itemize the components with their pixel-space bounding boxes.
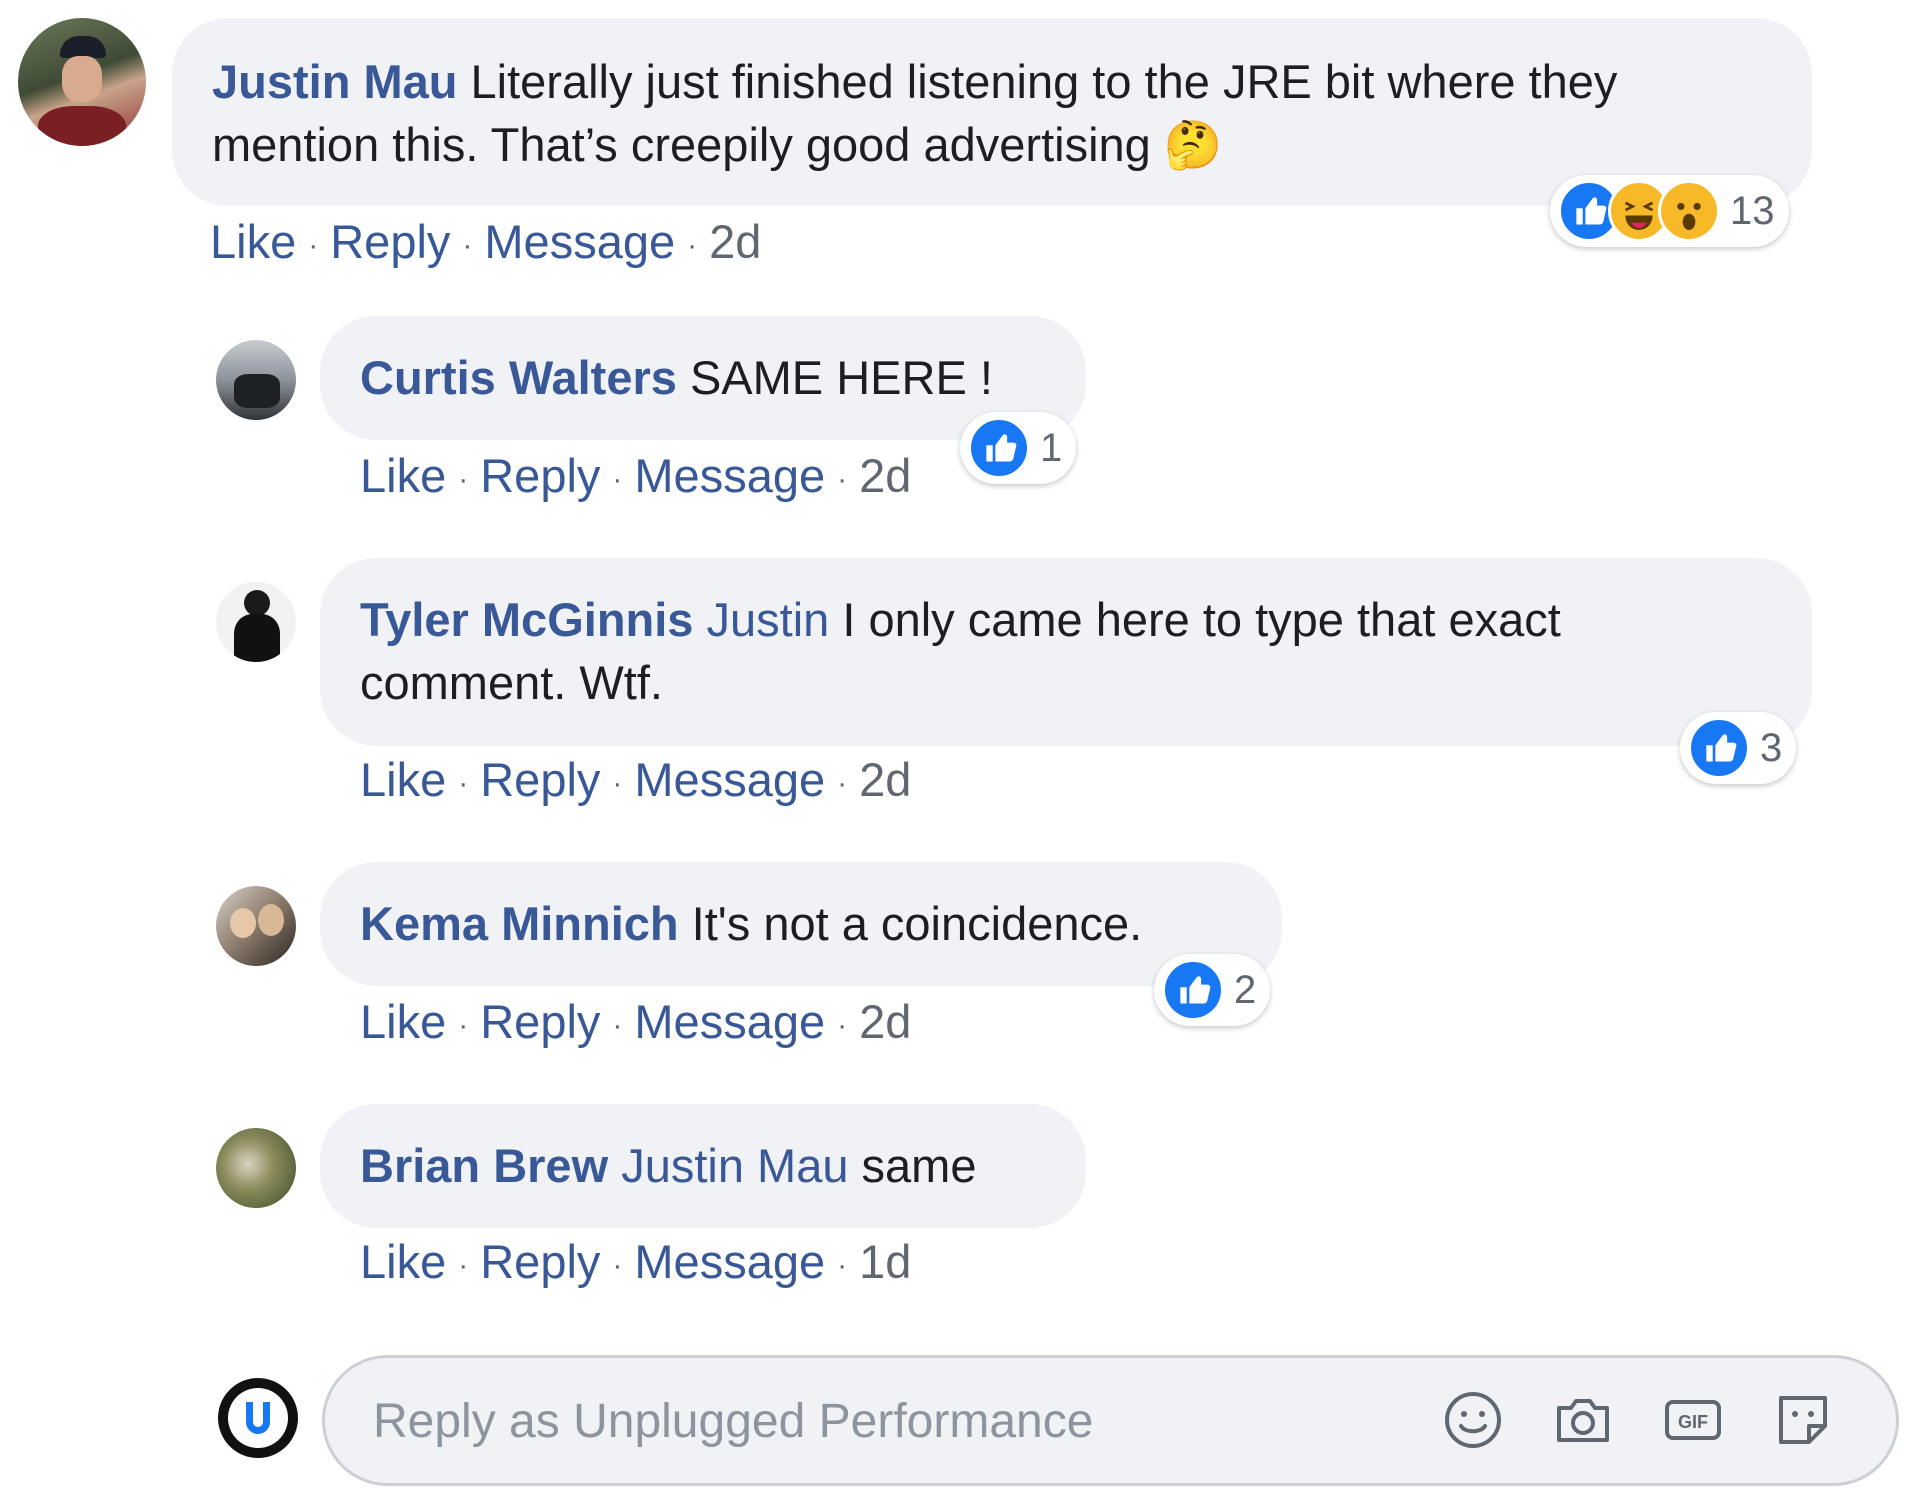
- camera-icon[interactable]: [1547, 1384, 1619, 1456]
- comment-actions: Like · Reply · Message · 2d: [360, 995, 912, 1048]
- reaction-summary[interactable]: 1: [960, 412, 1077, 484]
- reply-link[interactable]: Reply: [480, 995, 600, 1048]
- gif-icon[interactable]: GIF: [1657, 1384, 1729, 1456]
- comment-bubble: Brian Brew Justin Mau same: [320, 1104, 1086, 1228]
- comment-author[interactable]: Justin Mau: [212, 55, 457, 108]
- wow-reaction-icon: [1658, 180, 1720, 242]
- comment-bubble: Justin Mau Literally just finished liste…: [172, 18, 1812, 206]
- message-link[interactable]: Message: [634, 1235, 825, 1288]
- avatar[interactable]: [216, 1128, 296, 1208]
- message-link[interactable]: Message: [634, 753, 825, 806]
- comment-actions: Like · Reply · Message · 2d: [360, 449, 912, 502]
- message-link[interactable]: Message: [634, 995, 825, 1048]
- comment-author[interactable]: Tyler McGinnis: [360, 593, 693, 646]
- comment-author[interactable]: Brian Brew: [360, 1139, 608, 1192]
- avatar[interactable]: [216, 582, 296, 662]
- reply-composer[interactable]: GIF: [322, 1355, 1899, 1486]
- like-link[interactable]: Like: [360, 449, 446, 502]
- comment-text: It's not a coincidence.: [691, 897, 1143, 950]
- reply-link[interactable]: Reply: [480, 449, 600, 502]
- reaction-summary[interactable]: 3: [1680, 712, 1797, 784]
- message-link[interactable]: Message: [484, 215, 675, 268]
- comment-actions: Like · Reply · Message · 2d: [210, 215, 762, 268]
- reaction-count: 1: [1040, 425, 1063, 470]
- like-link[interactable]: Like: [360, 753, 446, 806]
- timestamp[interactable]: 2d: [859, 449, 911, 502]
- timestamp[interactable]: 2d: [859, 753, 911, 806]
- sticker-icon[interactable]: [1767, 1384, 1839, 1456]
- page-avatar: [218, 1378, 298, 1458]
- reaction-count: 2: [1234, 967, 1257, 1012]
- like-link[interactable]: Like: [360, 1235, 446, 1288]
- reaction-count: 3: [1760, 725, 1783, 770]
- comment-actions: Like · Reply · Message · 2d: [360, 753, 912, 806]
- like-reaction-icon: [1688, 717, 1750, 779]
- like-reaction-icon: [968, 417, 1030, 479]
- like-link[interactable]: Like: [360, 995, 446, 1048]
- reaction-summary[interactable]: 2: [1154, 954, 1271, 1026]
- reaction-summary[interactable]: 13: [1550, 175, 1789, 247]
- comment-actions: Like · Reply · Message · 1d: [360, 1235, 912, 1288]
- reply-input[interactable]: [371, 1358, 1375, 1485]
- avatar[interactable]: [216, 886, 296, 966]
- timestamp[interactable]: 1d: [859, 1235, 911, 1288]
- emoji-icon[interactable]: [1437, 1384, 1509, 1456]
- comment-bubble: Kema Minnich It's not a coincidence.: [320, 862, 1282, 986]
- like-reaction-icon: [1162, 959, 1224, 1021]
- comment-text: same: [861, 1139, 977, 1192]
- reply-link[interactable]: Reply: [330, 215, 450, 268]
- avatar[interactable]: [216, 340, 296, 420]
- comment-author[interactable]: Curtis Walters: [360, 351, 677, 404]
- timestamp[interactable]: 2d: [709, 215, 761, 268]
- mention-link[interactable]: Justin Mau: [621, 1139, 848, 1192]
- mention-link[interactable]: Justin: [707, 593, 830, 646]
- message-link[interactable]: Message: [634, 449, 825, 502]
- avatar[interactable]: [18, 18, 146, 146]
- svg-text:GIF: GIF: [1678, 1412, 1708, 1432]
- reply-link[interactable]: Reply: [480, 1235, 600, 1288]
- comment-bubble: Tyler McGinnis Justin I only came here t…: [320, 558, 1812, 746]
- reaction-count: 13: [1730, 188, 1775, 233]
- comment-author[interactable]: Kema Minnich: [360, 897, 679, 950]
- like-link[interactable]: Like: [210, 215, 296, 268]
- timestamp[interactable]: 2d: [859, 995, 911, 1048]
- comment-text: SAME HERE !: [689, 351, 993, 404]
- reply-link[interactable]: Reply: [480, 753, 600, 806]
- unplugged-logo-icon: [228, 1388, 288, 1448]
